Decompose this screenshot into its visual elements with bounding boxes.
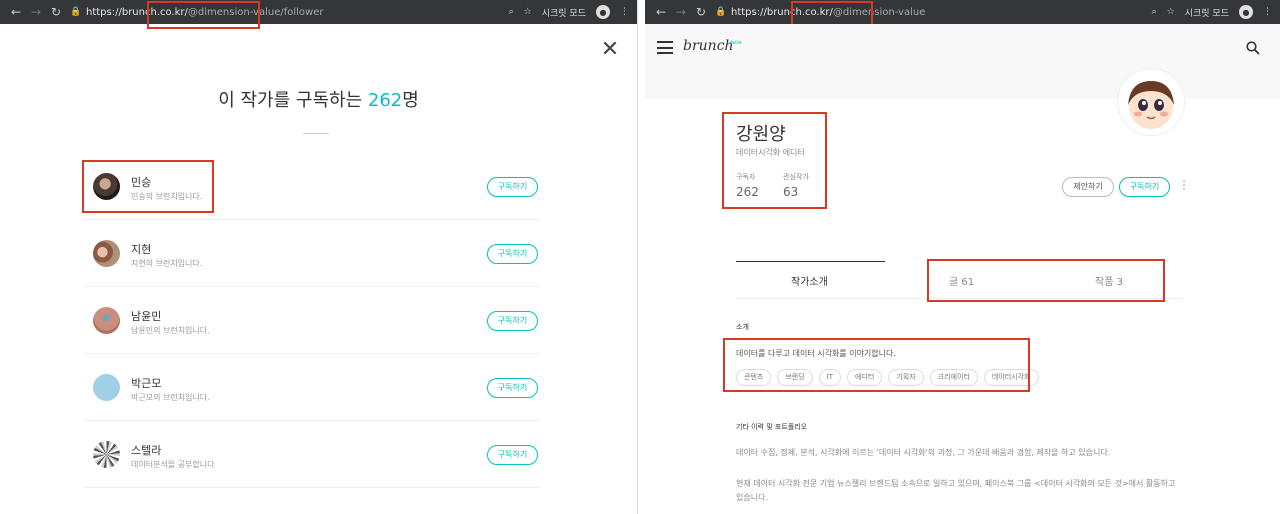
avatar[interactable] [93, 240, 120, 267]
incognito-icon[interactable]: ● [596, 5, 610, 19]
subscriber-list: 민승 민승의 브런치입니다. 구독하기 지현 지현의 브런치입니다. 구독하기 … [84, 153, 540, 488]
suggest-button[interactable]: 제안하기 [1062, 177, 1114, 197]
author-job: 데이터시각화 에디터 [736, 148, 805, 157]
subscriber-name[interactable]: 스텔라 [131, 442, 161, 458]
url-host: https://brunch.co.kr [86, 6, 185, 18]
lock-icon: 🔒 [70, 7, 82, 17]
keyword-tag[interactable]: IT [818, 369, 841, 386]
keyword-tag[interactable]: 에디터 [847, 369, 883, 386]
bookmark-star-icon[interactable]: ☆ [1167, 7, 1175, 17]
back-icon[interactable]: ← [6, 5, 26, 19]
keyword-tag[interactable]: 크리에이터 [929, 369, 978, 386]
incognito-label: 시크릿 모드 [541, 8, 586, 19]
right-window: ← → ↻ 🔒 https://brunch.co.kr/@dimension-… [645, 0, 1280, 514]
lock-icon: 🔒 [715, 7, 727, 17]
browser-toolbar: ← → ↻ 🔒 https://brunch.co.kr/@dimension-… [645, 0, 1280, 24]
subscriber-name[interactable]: 남윤민 [131, 308, 161, 324]
following-stat-value: 63 [783, 185, 799, 199]
window-divider [637, 0, 645, 514]
tab-author-intro[interactable]: 작가소개 [791, 273, 828, 288]
tab-works[interactable]: 작품 3 [1095, 273, 1123, 288]
subscribe-button[interactable]: 구독하기 [487, 378, 538, 398]
intro-section-label: 소개 [736, 323, 749, 331]
list-item[interactable]: 민승 민승의 브런치입니다. 구독하기 [84, 153, 540, 220]
subscriber-desc: 남윤민의 브런치입니다. [131, 326, 210, 335]
keyword-tags: 콘텐츠 브랜딩 IT 에디터 기획자 크리에이터 데이터시각화 [736, 369, 1039, 386]
keyword-tag[interactable]: 기획자 [888, 369, 924, 386]
keyword-tag[interactable]: 콘텐츠 [736, 369, 772, 386]
url-host: https://brunch.co.kr [731, 6, 830, 18]
avatar[interactable] [93, 374, 120, 401]
following-stat[interactable]: 관심작가 63 [783, 172, 809, 199]
subscriber-desc: 박근모의 브런치입니다. [131, 393, 210, 402]
address-bar[interactable]: https://brunch.co.kr/@dimension-value/fo… [86, 7, 323, 18]
back-icon[interactable]: ← [651, 5, 671, 19]
subscribe-button[interactable]: 구독하기 [487, 311, 538, 331]
subscriber-desc: 민승의 브런치입니다. [131, 192, 203, 201]
url-path: @dimension-value/follower [187, 6, 324, 18]
subscribe-button[interactable]: 구독하기 [1119, 177, 1170, 197]
zoom-icon[interactable]: ⌕ [509, 7, 514, 17]
tab-posts[interactable]: 글 61 [949, 273, 974, 288]
avatar[interactable] [93, 441, 120, 468]
list-item[interactable]: 박근모 박근모의 브런치입니다. 구독하기 [84, 354, 540, 421]
browser-toolbar: ← → ↻ 🔒 https://brunch.co.kr/@dimension-… [0, 0, 637, 24]
zoom-icon[interactable]: ⌕ [1152, 7, 1157, 17]
reload-icon[interactable]: ↻ [46, 5, 66, 19]
left-window: ← → ↻ 🔒 https://brunch.co.kr/@dimension-… [0, 0, 637, 514]
profile-tabs: 작가소개 글 61 작품 3 [736, 261, 1182, 299]
bookmark-star-icon[interactable]: ☆ [524, 7, 532, 17]
subscribe-button[interactable]: 구독하기 [487, 177, 538, 197]
title-divider [303, 133, 329, 134]
incognito-label: 시크릿 모드 [1184, 8, 1229, 19]
keyword-tag[interactable]: 데이터시각화 [983, 369, 1039, 386]
subscriber-name[interactable]: 박근모 [131, 375, 161, 391]
subscriber-stat[interactable]: 구독자 262 [736, 172, 759, 199]
subscriber-stat-value: 262 [736, 185, 759, 199]
list-item[interactable]: 지현 지현의 브런치입니다. 구독하기 [84, 220, 540, 287]
subscriber-name[interactable]: 지현 [131, 241, 151, 257]
forward-icon[interactable]: → [26, 5, 46, 19]
reload-icon[interactable]: ↻ [691, 5, 711, 19]
intro-text: 데이터를 다루고 데이터 시각화를 이야기합니다. [736, 349, 896, 358]
profile-avatar[interactable] [1118, 69, 1184, 135]
avatar[interactable] [93, 173, 120, 200]
subscribe-button[interactable]: 구독하기 [487, 445, 538, 465]
subscriber-count: 262 [367, 90, 403, 111]
more-options-icon[interactable]: ⋮ [1178, 179, 1190, 191]
brunch-logo[interactable]: brunch [683, 38, 734, 54]
portfolio-section-label: 기타 이력 및 포트폴리오 [736, 423, 808, 431]
address-bar[interactable]: https://brunch.co.kr/@dimension-value [731, 7, 925, 18]
portfolio-paragraph: 데이터 수집, 정제, 분석, 시각화에 이르는 '데이터 시각화'의 과정, … [736, 448, 1111, 457]
subscriber-stat-label: 구독자 [736, 173, 756, 181]
url-path: @dimension-value [832, 6, 926, 18]
menu-icon[interactable] [657, 41, 673, 54]
menu-dots-icon[interactable]: ⋮ [1263, 7, 1272, 17]
site-header: brunch beta [645, 24, 1280, 99]
subscriber-title: 이 작가를 구독하는 262명 [218, 90, 419, 111]
incognito-icon[interactable]: ● [1239, 5, 1253, 19]
following-stat-label: 관심작가 [783, 173, 809, 181]
subscriber-desc: 지현의 브런치입니다. [131, 259, 203, 268]
author-name: 강원양 [736, 124, 786, 145]
list-item[interactable]: 남윤민 남윤민의 브런치입니다. 구독하기 [84, 287, 540, 354]
forward-icon[interactable]: → [671, 5, 691, 19]
keyword-tag[interactable]: 브랜딩 [777, 369, 813, 386]
subscriber-desc: 데이터분석을 공부합니다 [131, 460, 215, 469]
close-icon[interactable]: ✕ [600, 39, 620, 61]
beta-badge: beta [730, 40, 742, 46]
portfolio-paragraph: 현재 데이터 시각화 전문 기업 뉴스젤리 브랜드팀 소속으로 일하고 있으며,… [736, 479, 1176, 502]
menu-dots-icon[interactable]: ⋮ [620, 7, 629, 17]
search-icon[interactable] [1246, 41, 1260, 55]
list-item[interactable]: 스텔라 데이터분석을 공부합니다 구독하기 [84, 421, 540, 488]
cartoon-face-icon [1128, 81, 1174, 129]
subscribe-button[interactable]: 구독하기 [487, 244, 538, 264]
avatar[interactable] [93, 307, 120, 334]
subscriber-name[interactable]: 민승 [131, 174, 151, 190]
